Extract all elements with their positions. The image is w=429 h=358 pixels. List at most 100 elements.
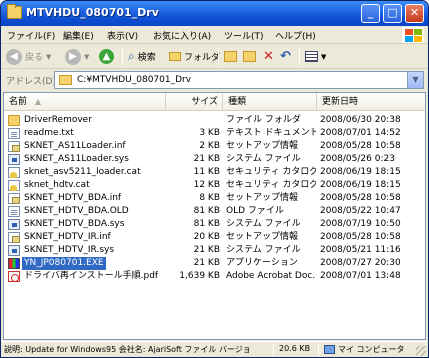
undo-button[interactable]: ↶ (280, 47, 291, 66)
file-date: 2008/06/19 18:15 (320, 180, 401, 190)
file-name: SKNET_AS11Loader.sys (24, 154, 129, 164)
forward-button[interactable]: ▶ ▼ (65, 47, 89, 66)
dropdown-arrow-icon: ▼ (46, 52, 52, 61)
up-folder-button[interactable]: ▲ (99, 47, 114, 66)
file-list: 名前 ▲ サイズ 種類 更新日時 DriverRemover ファイル フォルダ 20… (3, 92, 426, 340)
menu-file[interactable]: ファイル(F) (7, 29, 55, 42)
file-size: 8 KB (199, 193, 220, 203)
file-type: システム ファイル (226, 154, 301, 164)
search-button[interactable]: ⌕ 検索 (128, 47, 156, 66)
status-description: 説明: Update for Windows95 会社名: AjariSoft … (4, 345, 251, 354)
address-dropdown-button[interactable]: ▼ (407, 72, 423, 88)
file-name: SKNET_HDTV_IR.sys (24, 245, 115, 255)
file-size: 3 KB (199, 128, 220, 138)
menu-tools[interactable]: ツール(T) (224, 29, 264, 42)
file-date: 2008/07/27 20:30 (320, 258, 401, 268)
file-row[interactable]: SKNET_HDTV_IR.inf 20 KB セットアップ情報 2008/05/28… (4, 231, 425, 244)
file-name: ドライバ再インストール手順.pdf (24, 271, 159, 281)
minimize-button[interactable]: _ (361, 4, 380, 23)
maximize-button[interactable]: □ (383, 4, 402, 23)
up-folder-icon: ▲ (99, 49, 114, 64)
sort-up-icon: ▲ (35, 97, 42, 106)
status-bar: 説明: Update for Windows95 会社名: AjariSoft … (1, 341, 428, 357)
sys-file-icon (8, 245, 20, 256)
back-button[interactable]: ◀ 戻る ▼ (6, 47, 51, 66)
address-bar: アドレス(D) C:¥MTVHDU_080701_Drv ▼ (1, 70, 428, 90)
folders-label: フォルダ (184, 53, 221, 63)
copy-to-button[interactable] (243, 47, 256, 66)
toolbar-separator (299, 48, 300, 65)
exe-file-icon (8, 258, 20, 269)
inf-file-icon (8, 141, 20, 152)
folder-file-icon (8, 115, 20, 126)
toolbar-separator (218, 48, 219, 65)
menu-view[interactable]: 表示(V) (107, 29, 138, 42)
file-name: SKNET_HDTV_BDA.OLD (24, 206, 129, 216)
file-size: 2 KB (199, 141, 220, 151)
window-title: MTVHDU_080701_Drv (26, 6, 159, 19)
file-type: OLD ファイル (226, 206, 284, 216)
file-row[interactable]: SKNET_AS11Loader.inf 2 KB セットアップ情報 2008/05/… (4, 140, 425, 153)
undo-icon: ↶ (280, 49, 291, 64)
file-name: SKNET_HDTV_BDA.inf (24, 193, 122, 203)
delete-button[interactable]: ✕ (263, 47, 274, 66)
close-button[interactable]: ✕ (405, 4, 424, 23)
menu-bar: ファイル(F) 編集(E) 表示(V) お気に入り(A) ツール(T) ヘルプ(… (1, 26, 428, 44)
move-to-icon (224, 51, 237, 62)
file-row[interactable]: SKNET_HDTV_BDA.OLD 81 KB OLD ファイル 2008/05/2… (4, 205, 425, 218)
column-header-name[interactable]: 名前 ▲ (4, 93, 166, 111)
address-label: アドレス(D) (6, 77, 56, 87)
file-date: 2008/05/21 11:16 (320, 245, 401, 255)
file-size: 1,639 KB (179, 271, 220, 281)
file-date: 2008/07/01 14:52 (320, 128, 401, 138)
views-button[interactable]: ▼ (305, 47, 326, 66)
file-row[interactable]: SKNET_HDTV_IR.sys 21 KB システム ファイル 2008/05/2… (4, 244, 425, 257)
file-size: 20 KB (193, 232, 220, 242)
menu-favorites[interactable]: お気に入り(A) (153, 29, 211, 42)
file-row[interactable]: sknet_asv5211_loader.cat 11 KB セキュリティ カタログ… (4, 166, 425, 179)
file-type: テキスト ドキュメント (226, 128, 316, 138)
title-bar[interactable]: MTVHDU_080701_Drv _ □ ✕ (1, 1, 428, 26)
status-divider (318, 344, 319, 357)
file-name: DriverRemover (24, 115, 92, 125)
folder-icon (59, 75, 72, 85)
file-type: システム ファイル (226, 219, 301, 229)
column-header-date[interactable]: 更新日時 (317, 93, 425, 111)
column-date-label: 更新日時 (322, 97, 359, 107)
file-row[interactable]: YN_JP080701.EXE 21 KB アプリケーション 2008/07/27 2… (4, 257, 425, 270)
delete-icon: ✕ (263, 49, 274, 64)
file-row[interactable]: SKNET_HDTV_BDA.inf 8 KB セットアップ情報 2008/05/28… (4, 192, 425, 205)
status-divider (273, 344, 274, 357)
back-label: 戻る (25, 53, 44, 63)
menu-edit[interactable]: 編集(E) (63, 29, 94, 42)
column-name-label: 名前 (9, 97, 28, 107)
file-name: sknet_asv5211_loader.cat (24, 167, 141, 177)
file-date: 2008/05/26 0:23 (320, 154, 395, 164)
file-row[interactable]: SKNET_HDTV_BDA.sys 81 KB システム ファイル 2008/07/… (4, 218, 425, 231)
folders-icon (169, 52, 181, 61)
column-header-size[interactable]: サイズ (166, 93, 223, 111)
file-date: 2008/07/01 13:48 (320, 271, 401, 281)
file-name: sknet_hdtv.cat (24, 180, 90, 190)
address-path: C:¥MTVHDU_080701_Drv (77, 75, 192, 85)
file-size: 21 KB (193, 154, 220, 164)
file-row[interactable]: DriverRemover ファイル フォルダ 2008/06/30 20:38 (4, 114, 425, 127)
doc-file-icon (8, 128, 20, 139)
file-row[interactable]: SKNET_AS11Loader.sys 21 KB システム ファイル 2008/0… (4, 153, 425, 166)
sys-file-icon (8, 219, 20, 230)
file-row[interactable]: readme.txt 3 KB テキスト ドキュメント 2008/07/01 14:5… (4, 127, 425, 140)
column-header-type[interactable]: 種類 (223, 93, 317, 111)
status-location-label: マイ コンピュータ (338, 345, 405, 354)
file-row[interactable]: ドライバ再インストール手順.pdf 1,639 KB Adobe Acrobat D… (4, 270, 425, 283)
address-input[interactable]: C:¥MTVHDU_080701_Drv ▼ (54, 71, 424, 89)
file-date: 2008/05/28 10:58 (320, 232, 401, 242)
back-arrow-icon: ◀ (6, 48, 22, 65)
resize-grip[interactable] (416, 346, 426, 356)
folders-button[interactable]: フォルダ (169, 47, 220, 66)
move-to-button[interactable] (224, 47, 237, 66)
file-type: Adobe Acrobat Doc... (226, 271, 316, 281)
menu-help[interactable]: ヘルプ(H) (275, 29, 316, 42)
file-row[interactable]: sknet_hdtv.cat 12 KB セキュリティ カタログ 2008/06/19… (4, 179, 425, 192)
file-date: 2008/05/22 10:47 (320, 206, 401, 216)
dropdown-arrow-icon: ▼ (321, 52, 327, 61)
